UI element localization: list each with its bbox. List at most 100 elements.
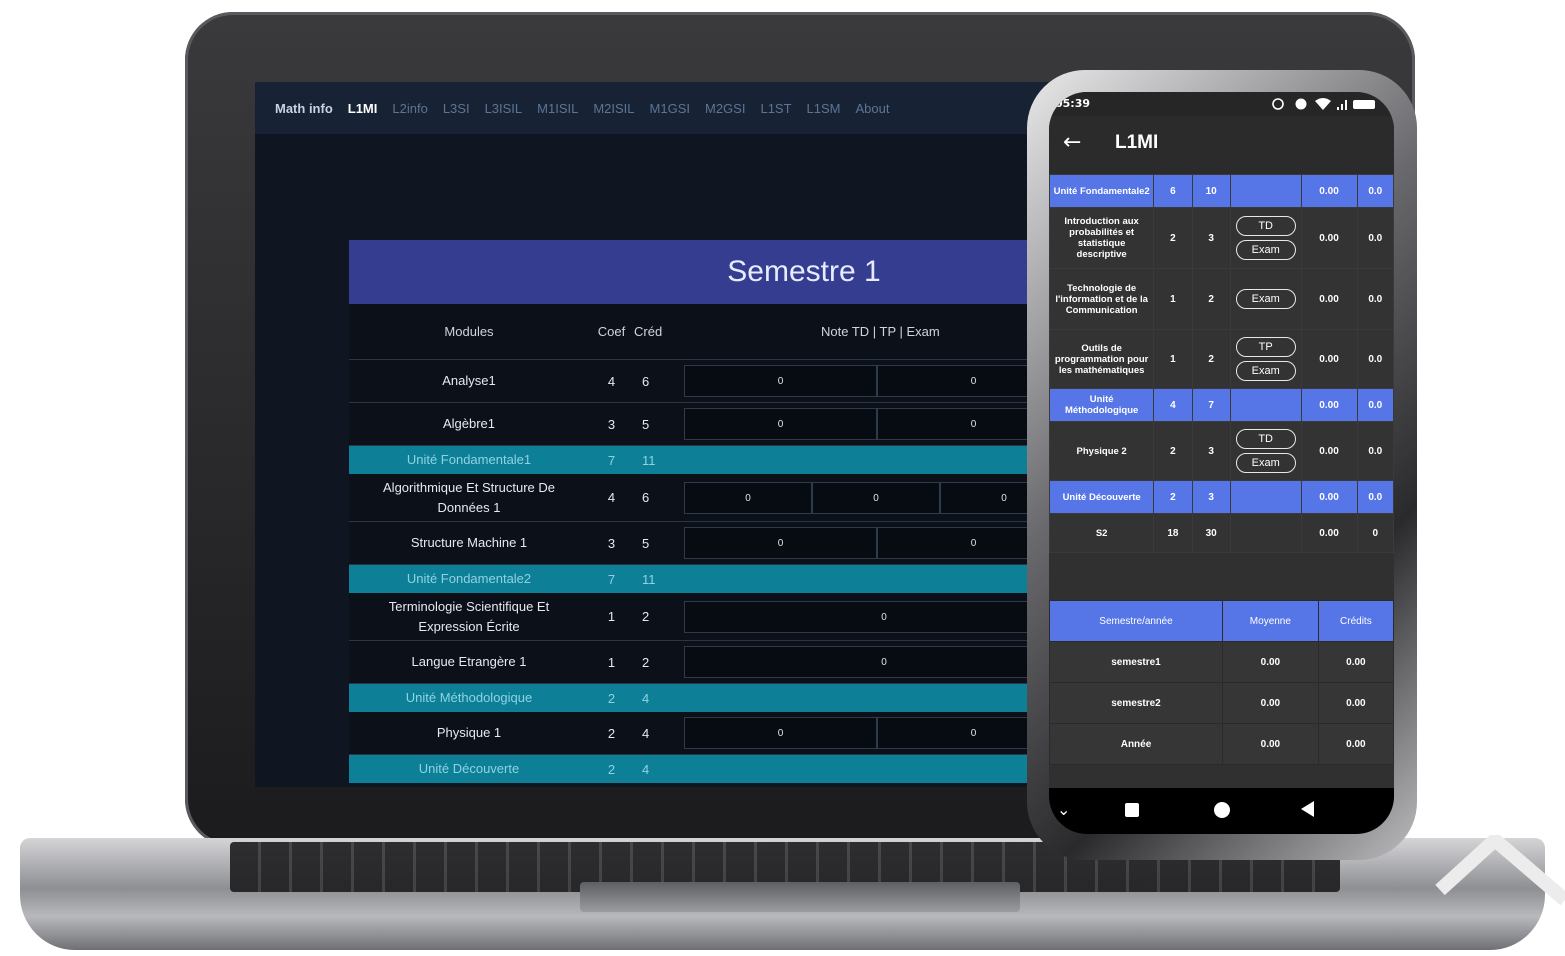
phone-row-average: 0.00 (1300, 207, 1358, 269)
note-input[interactable]: 0 (684, 600, 1084, 633)
nav-link-l2info[interactable]: L2info (392, 101, 427, 116)
phone-row-average: 0.00 (1300, 329, 1358, 389)
summary-header: Crédits (1317, 600, 1394, 642)
phone-module-row: Technologie de l'information et de la Co… (1049, 268, 1394, 330)
col-cred: Créd (634, 304, 684, 360)
note-button[interactable]: Exam (1235, 453, 1296, 473)
phone-row-coef: 2 (1153, 480, 1193, 514)
row-cred: 6 (634, 474, 684, 522)
summary-header: Semestre/année (1049, 600, 1223, 642)
phone-row-credits: 0 (1356, 513, 1394, 553)
phone-row-buttons: Exam (1229, 268, 1302, 330)
summary-cell: 0.00 (1317, 723, 1394, 765)
row-name: Unité Découverte (349, 754, 589, 783)
row-name: Algorithmique Et Structure De Données 1 (349, 474, 589, 522)
phone-row-buttons (1229, 174, 1302, 208)
nav-link-l3si[interactable]: L3SI (443, 101, 470, 116)
phone-row-name: Unité Fondamentale2 (1049, 174, 1155, 208)
row-cred: 4 (634, 712, 684, 755)
note-input[interactable]: 0 (684, 481, 812, 514)
note-button[interactable]: Exam (1235, 240, 1296, 260)
summary-cell: 0.00 (1222, 682, 1319, 724)
row-cred: 5 (634, 521, 684, 565)
summary-row: semestre2 0.00 0.00 (1049, 682, 1394, 724)
summary-row: semestre1 0.00 0.00 (1049, 641, 1394, 683)
phone-row-coef: 18 (1153, 513, 1193, 553)
phone-row-coef: 4 (1153, 388, 1193, 422)
phone-row-coef: 1 (1153, 268, 1193, 330)
phone-row-coef: 2 (1153, 207, 1193, 269)
nav-link-m2gsi[interactable]: M2GSI (705, 101, 745, 116)
col-coef: Coef (589, 304, 634, 360)
phone-row-cred: 3 (1191, 480, 1231, 514)
phone-row-average: 0.00 (1300, 421, 1358, 481)
phone-row-buttons (1229, 480, 1302, 514)
nav-link-math-info[interactable]: Math info (275, 101, 333, 116)
app-bar: ← L1MI (1049, 116, 1394, 174)
phone-row-coef: 2 (1153, 421, 1193, 481)
row-cred: 2 (634, 593, 684, 641)
phone-row-credits: 0.0 (1356, 268, 1394, 330)
note-input[interactable]: 0 (684, 365, 877, 397)
phone-module-row: Outils de programmation pour les mathéma… (1049, 329, 1394, 389)
row-coef: 3 (589, 402, 634, 446)
row-name: Structure Machine 1 (349, 521, 589, 565)
row-coef: 1 (589, 593, 634, 641)
nav-link-l3isil[interactable]: L3ISIL (485, 101, 523, 116)
laptop-trackpad (580, 882, 1020, 912)
phone-row-cred: 3 (1191, 421, 1231, 481)
nav-link-m1isil[interactable]: M1ISIL (537, 101, 578, 116)
phone-row-credits: 0.0 (1356, 480, 1394, 514)
phone-row-cred: 3 (1191, 207, 1231, 269)
phone-unit-row: Unité Fondamentale2 6 10 0.00 0.0 (1049, 174, 1394, 208)
back-triangle-icon[interactable] (1301, 801, 1314, 817)
phone-row-buttons: TD Exam (1229, 207, 1302, 269)
nav-link-l1mi[interactable]: L1MI (348, 101, 378, 116)
phone-row-average: 0.00 (1300, 268, 1358, 330)
nav-link-l1sm[interactable]: L1SM (807, 101, 841, 116)
phone-row-credits: 0.0 (1356, 329, 1394, 389)
phone-row-credits: 0.0 (1356, 207, 1394, 269)
note-input[interactable]: 0 (684, 527, 877, 559)
phone-unit-row: Unité Découverte 2 3 0.00 0.0 (1049, 480, 1394, 514)
note-input[interactable]: 0 (684, 408, 877, 440)
nav-link-about[interactable]: About (856, 101, 890, 116)
phone-row-average: 0.00 (1300, 388, 1358, 422)
phone-row-credits: 0.0 (1356, 421, 1394, 481)
phone-unit-row: Unité Méthodologique 4 7 0.00 0.0 (1049, 388, 1394, 422)
phone-row-coef: 6 (1153, 174, 1193, 208)
nav-link-m2isil[interactable]: M2ISIL (593, 101, 634, 116)
row-cred: 4 (634, 754, 684, 783)
nav-link-m1gsi[interactable]: M1GSI (650, 101, 690, 116)
row-coef: 4 (589, 359, 634, 403)
recent-apps-icon[interactable] (1125, 803, 1139, 817)
summary-header: Moyenne (1222, 600, 1319, 642)
note-input[interactable]: 0 (812, 481, 940, 514)
phone-row-name: Unité Découverte (1049, 480, 1155, 514)
phone-row-name: Outils de programmation pour les mathéma… (1049, 329, 1155, 389)
summary-cell: 0.00 (1317, 682, 1394, 724)
note-input[interactable]: 0 (684, 717, 877, 749)
row-name: Unité Fondamentale2 (349, 564, 589, 593)
status-bar: 05:39 (1049, 92, 1394, 116)
note-button[interactable]: Exam (1235, 361, 1296, 381)
summary-table: Semestre/année Moyenne Crédits semestre1 0.0… (1049, 600, 1394, 765)
summary-cell: 0.00 (1222, 723, 1319, 765)
back-arrow-icon[interactable]: ← (1063, 130, 1081, 155)
row-coef: 2 (589, 754, 634, 783)
chevron-down-icon[interactable]: ⌄ (1057, 800, 1070, 819)
row-cred: 11 (634, 564, 684, 593)
home-icon[interactable] (1214, 802, 1230, 818)
row-coef: 7 (589, 445, 634, 474)
note-button[interactable]: TD (1235, 429, 1296, 449)
phone-row-buttons (1229, 388, 1302, 422)
note-button[interactable]: Exam (1235, 289, 1296, 309)
phone-row-cred: 30 (1191, 513, 1231, 553)
note-button[interactable]: TD (1235, 216, 1296, 236)
summary-cell: semestre1 (1049, 641, 1223, 683)
note-button[interactable]: TP (1235, 337, 1296, 357)
note-input[interactable]: 0 (684, 646, 1084, 678)
phone-total-row: S2 18 30 0.00 0 (1049, 513, 1394, 553)
phone-row-credits: 0.0 (1356, 174, 1394, 208)
nav-link-l1st[interactable]: L1ST (760, 101, 791, 116)
